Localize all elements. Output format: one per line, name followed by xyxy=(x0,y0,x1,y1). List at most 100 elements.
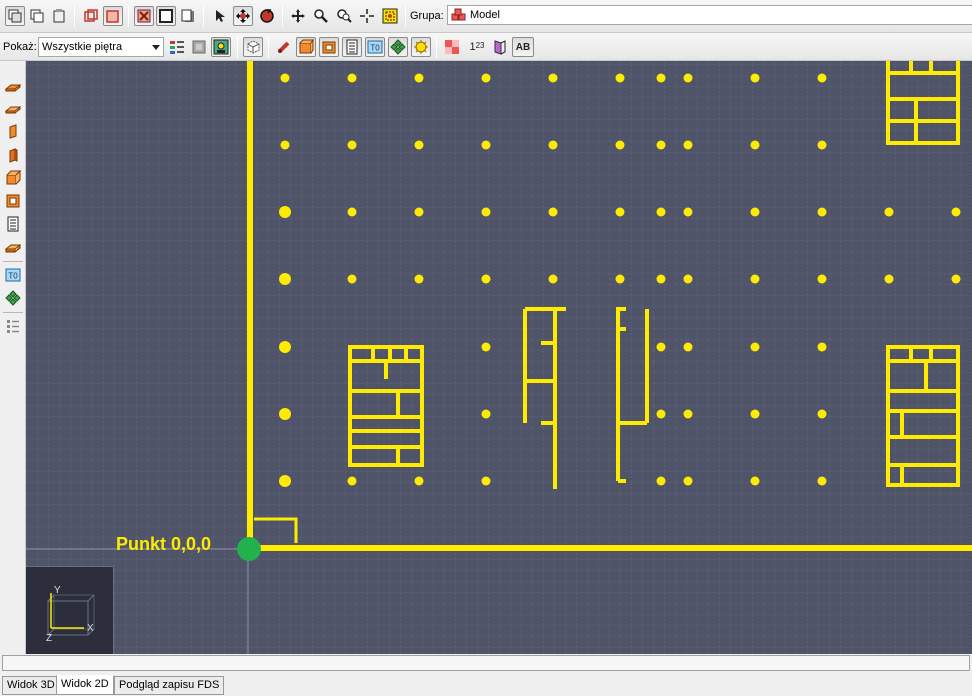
column-dot[interactable] xyxy=(656,476,666,486)
column-dot[interactable] xyxy=(817,73,827,83)
column-dot[interactable] xyxy=(817,274,827,284)
column-dot[interactable] xyxy=(347,73,357,83)
orange-hole-icon[interactable] xyxy=(319,37,339,57)
obstruction-icon[interactable] xyxy=(274,37,294,57)
hole-tool-icon[interactable] xyxy=(3,191,23,211)
paste-icon[interactable] xyxy=(49,6,69,26)
column-dot[interactable] xyxy=(481,409,491,419)
column-dot[interactable] xyxy=(683,207,693,217)
copy-icon[interactable] xyxy=(27,6,47,26)
column-dot[interactable] xyxy=(817,476,827,486)
fit-view-icon[interactable] xyxy=(380,6,400,26)
column-dot[interactable] xyxy=(414,476,424,486)
column-dot[interactable] xyxy=(280,73,290,83)
move-object-icon[interactable] xyxy=(233,6,253,26)
stairs-list-icon[interactable] xyxy=(342,37,362,57)
column-dot[interactable] xyxy=(656,207,666,217)
slab-tool-icon[interactable] xyxy=(3,76,23,96)
column-dot[interactable] xyxy=(951,274,961,284)
column-dot[interactable] xyxy=(817,140,827,150)
ab-label-button[interactable]: AB xyxy=(512,37,534,57)
hatch-box-icon[interactable] xyxy=(243,37,263,57)
properties-tool-icon[interactable] xyxy=(3,316,23,336)
column-dot[interactable] xyxy=(683,342,693,352)
column-dot[interactable] xyxy=(414,207,424,217)
column-dot[interactable] xyxy=(279,206,291,218)
door-icon[interactable] xyxy=(490,37,510,57)
column-dot[interactable] xyxy=(279,475,291,487)
column-dot[interactable] xyxy=(481,342,491,352)
column-dot[interactable] xyxy=(656,274,666,284)
column-dot[interactable] xyxy=(951,207,961,217)
column-dot[interactable] xyxy=(279,408,291,420)
vent-tool-icon[interactable] xyxy=(3,237,23,257)
text-toggle-icon[interactable]: T0 xyxy=(365,37,385,57)
numbering-icon[interactable]: 1 23 xyxy=(465,37,489,57)
column-dot[interactable] xyxy=(414,73,424,83)
tab-widok-2d[interactable]: Widok 2D xyxy=(56,675,114,695)
tab-widok-3d[interactable]: Widok 3D xyxy=(2,676,60,695)
column-dot[interactable] xyxy=(347,476,357,486)
column-dot[interactable] xyxy=(683,476,693,486)
plan-drawing[interactable]: Punkt 0,0,0 xyxy=(26,61,972,654)
zoom-icon[interactable] xyxy=(311,6,331,26)
new-copy-icon[interactable] xyxy=(5,6,25,26)
column-dot[interactable] xyxy=(280,140,290,150)
crosshair-icon[interactable] xyxy=(357,6,377,26)
column-dot[interactable] xyxy=(683,73,693,83)
column-dot[interactable] xyxy=(656,409,666,419)
axis-widget[interactable]: X Y Z xyxy=(26,566,114,654)
background-image-icon[interactable] xyxy=(211,37,231,57)
column-dot[interactable] xyxy=(548,73,558,83)
device-tool-icon[interactable] xyxy=(3,288,23,308)
column-dot[interactable] xyxy=(347,207,357,217)
box-shadow-icon[interactable] xyxy=(178,6,198,26)
column-dot[interactable] xyxy=(481,140,491,150)
box-red-filled-icon[interactable] xyxy=(103,6,123,26)
delete-box-icon[interactable] xyxy=(134,6,154,26)
origin-marker[interactable] xyxy=(237,537,261,561)
stairs-tool-icon[interactable] xyxy=(3,214,23,234)
column-dot[interactable] xyxy=(817,207,827,217)
column-dot[interactable] xyxy=(750,140,760,150)
column-dot[interactable] xyxy=(481,207,491,217)
box-red-icon[interactable] xyxy=(81,6,101,26)
column-dot[interactable] xyxy=(656,342,666,352)
group-select[interactable]: Model xyxy=(447,5,972,25)
column-dot[interactable] xyxy=(481,476,491,486)
devices-toggle-icon[interactable] xyxy=(388,37,408,57)
column-dot[interactable] xyxy=(817,342,827,352)
floors-list-icon[interactable] xyxy=(167,37,187,57)
column-dot[interactable] xyxy=(656,140,666,150)
zoom-window-icon[interactable] xyxy=(334,6,354,26)
column-dot[interactable] xyxy=(750,476,760,486)
rotate-icon[interactable] xyxy=(257,6,277,26)
column-dot[interactable] xyxy=(615,274,625,284)
column-dot[interactable] xyxy=(414,274,424,284)
mesh-color-icon[interactable] xyxy=(442,37,462,57)
column-dot[interactable] xyxy=(615,207,625,217)
pan-icon[interactable] xyxy=(288,6,308,26)
select-arrow-icon[interactable] xyxy=(210,6,230,26)
column-dot[interactable] xyxy=(279,273,291,285)
floor-select[interactable]: Wszystkie piętra xyxy=(38,37,164,57)
column-dot[interactable] xyxy=(683,274,693,284)
wall-alt-tool-icon[interactable] xyxy=(3,145,23,165)
column-dot[interactable] xyxy=(347,274,357,284)
column-dot[interactable] xyxy=(615,73,625,83)
column-dot[interactable] xyxy=(615,140,625,150)
column-dot[interactable] xyxy=(817,409,827,419)
outer-wall-south[interactable] xyxy=(247,545,972,551)
column-dot[interactable] xyxy=(750,409,760,419)
wall-tool-icon[interactable] xyxy=(3,122,23,142)
slab-alt-tool-icon[interactable] xyxy=(3,99,23,119)
column-dot[interactable] xyxy=(279,341,291,353)
text-tool-icon[interactable]: T0 xyxy=(3,265,23,285)
column-dot[interactable] xyxy=(548,140,558,150)
column-dot[interactable] xyxy=(548,207,558,217)
column-dot[interactable] xyxy=(750,73,760,83)
floor-gray-icon[interactable] xyxy=(189,37,209,57)
column-dot[interactable] xyxy=(750,342,760,352)
column-dot[interactable] xyxy=(548,274,558,284)
column-dot[interactable] xyxy=(414,140,424,150)
